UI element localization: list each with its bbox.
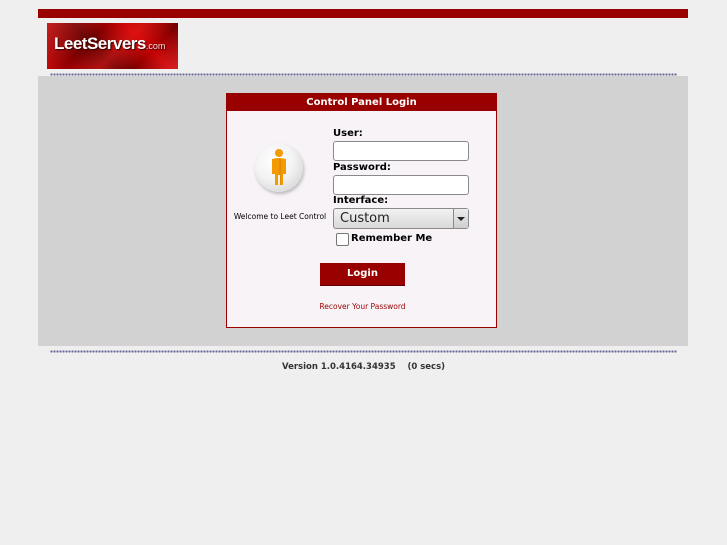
version-info: Version 1.0.4164.34935 (0 secs) (0, 362, 727, 372)
chevron-down-icon (457, 217, 465, 221)
interface-select[interactable]: Custom (333, 208, 469, 229)
version-text: Version 1.0.4164.34935 (281, 362, 396, 372)
dropdown-arrow[interactable] (453, 209, 468, 228)
login-panel: Control Panel Login Welcome to Leet Cont… (226, 93, 497, 328)
welcome-text: Welcome to Leet Control (233, 212, 327, 221)
remember-me-checkbox[interactable] (336, 233, 349, 246)
dotted-divider-bottom (50, 350, 677, 353)
user-input[interactable] (333, 141, 469, 161)
top-accent-bar (38, 9, 688, 18)
login-button[interactable]: Login (320, 263, 405, 286)
interface-selected-value: Custom (340, 211, 390, 226)
logo-text: LeetServers.com (54, 34, 166, 53)
password-label: Password: (333, 162, 391, 173)
password-input[interactable] (333, 175, 469, 195)
interface-label: Interface: (333, 195, 389, 206)
timing-text: (0 secs) (407, 362, 446, 372)
brand-logo[interactable]: LeetServers.com (47, 23, 178, 69)
person-icon (255, 144, 303, 192)
recover-password-link[interactable]: Recover Your Password (227, 302, 498, 311)
user-label: User: (333, 128, 363, 139)
panel-title: Control Panel Login (227, 94, 496, 111)
remember-me-label[interactable]: Remember Me (351, 233, 432, 244)
